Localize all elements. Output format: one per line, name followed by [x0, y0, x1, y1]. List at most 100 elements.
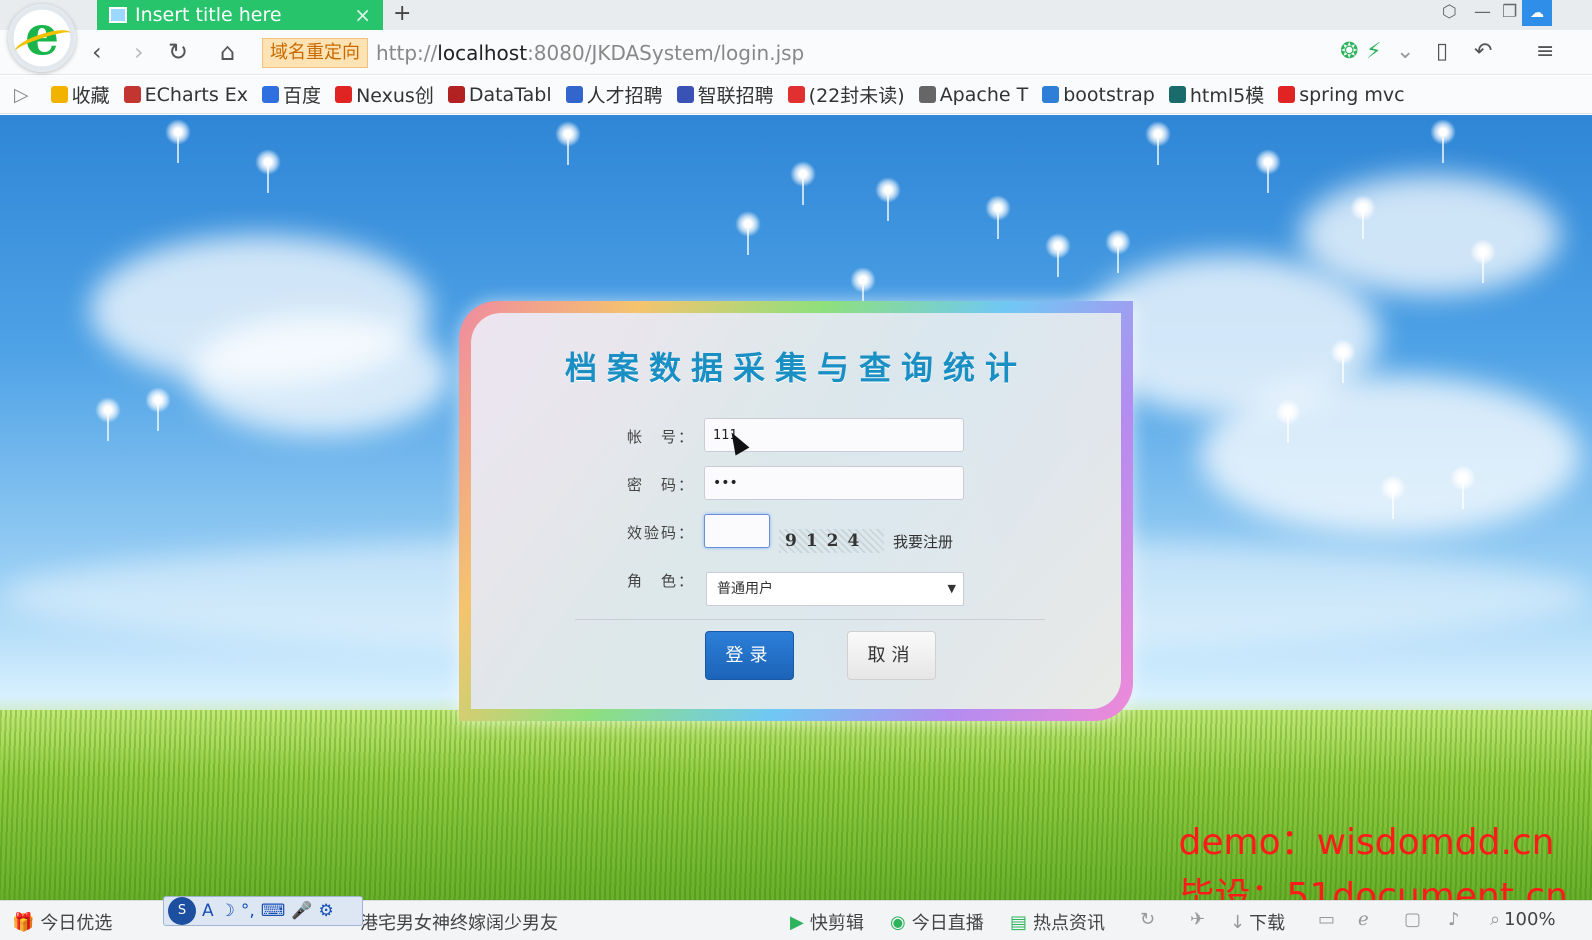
- account-label: 帐 号：: [626, 428, 695, 446]
- dandelion-seed: [1330, 339, 1356, 383]
- bookmark-label: DataTabl: [468, 83, 552, 106]
- cloud: [1200, 375, 1580, 535]
- spring-icon: [1278, 86, 1296, 103]
- html5-icon: [1168, 86, 1186, 103]
- captcha-input[interactable]: [704, 514, 770, 548]
- cloud-sync-icon[interactable]: ☁: [1522, 0, 1552, 26]
- dandelion-seed: [1430, 119, 1456, 163]
- zhilian-icon: [676, 86, 694, 103]
- pin-icon[interactable]: ✈: [1190, 909, 1205, 930]
- captcha-image[interactable]: 9124: [779, 529, 884, 553]
- password-input[interactable]: •••: [704, 466, 964, 500]
- bootstrap-icon: [1042, 86, 1060, 103]
- bookmarks-toggle-icon[interactable]: ▷: [14, 84, 29, 106]
- login-button[interactable]: 登录: [705, 631, 794, 680]
- today-pick[interactable]: 🎁 今日优选: [12, 909, 112, 935]
- ime-keyboard-icon[interactable]: ⌨: [261, 901, 286, 921]
- bookmark-item[interactable]: 智联招聘: [676, 81, 774, 108]
- bookmark-item[interactable]: spring mvc: [1278, 84, 1405, 106]
- baidu-paw-icon: [262, 86, 280, 103]
- quick-edit[interactable]: ▶ 快剪辑: [790, 909, 864, 935]
- bookmark-label: (22封未读): [808, 85, 905, 107]
- url-input[interactable]: http://localhost:8080/JKDASystem/login.j…: [376, 39, 1326, 67]
- forward-icon[interactable]: ›: [134, 38, 144, 66]
- chevron-down-icon: ▼: [947, 582, 956, 595]
- login-frame: 档案数据采集与查询统计 帐 号： 密 码： ••• 效验码： 9124 我要注册…: [459, 301, 1133, 721]
- star-icon: [50, 86, 68, 103]
- screen-icon[interactable]: ▢: [1404, 909, 1421, 930]
- sound-icon[interactable]: ♪: [1448, 909, 1460, 930]
- dandelion-seed: [165, 119, 191, 163]
- undo-icon[interactable]: ↶: [1474, 38, 1492, 66]
- bookmark-item[interactable]: html5模: [1168, 81, 1264, 108]
- bookmark-item[interactable]: DataTabl: [447, 83, 552, 106]
- ime-font-icon[interactable]: A: [202, 901, 214, 921]
- download-item[interactable]: ↓ 下载: [1230, 909, 1285, 935]
- minimize-icon[interactable]: —: [1474, 2, 1491, 22]
- bookmark-label: 智联招聘: [697, 85, 774, 107]
- bookmark-item[interactable]: bootstrap: [1042, 84, 1155, 106]
- redirect-badge[interactable]: 域名重定向: [262, 38, 368, 68]
- address-bar: ‹ › ↻ ⌂ 域名重定向 http://localhost:8080/JKDA…: [0, 30, 1592, 75]
- today-live[interactable]: ◉ 今日直播: [890, 909, 984, 935]
- bookmark-label: 收藏: [71, 85, 110, 107]
- ime-mic-icon[interactable]: 🎤: [291, 901, 312, 921]
- restore-icon[interactable]: ❐: [1502, 2, 1517, 22]
- ime-gear-icon[interactable]: ⚙: [319, 901, 334, 921]
- skin-icon[interactable]: ⬡: [1442, 2, 1457, 22]
- window-icon[interactable]: ▭: [1318, 909, 1335, 930]
- refresh-icon[interactable]: ↻: [1140, 909, 1155, 930]
- dandelion-seed: [735, 211, 761, 255]
- browser-logo[interactable]: e: [8, 4, 76, 72]
- reading-icon[interactable]: ▯: [1436, 38, 1448, 66]
- apache-icon: [918, 86, 936, 103]
- new-tab-icon[interactable]: +: [393, 0, 411, 30]
- dandelion-seed: [1275, 399, 1301, 443]
- bookmark-label: 百度: [283, 85, 322, 107]
- tab-close-icon[interactable]: ×: [354, 3, 371, 27]
- security-icon[interactable]: ❂: [1340, 38, 1358, 66]
- role-select[interactable]: 普通用户 ▼: [706, 572, 964, 606]
- browser-e-icon[interactable]: ℯ: [1358, 909, 1369, 930]
- cancel-button[interactable]: 取消: [847, 631, 936, 680]
- dandelion-seed: [95, 397, 121, 441]
- dandelion-seed: [1105, 229, 1131, 273]
- download-icon: ↓: [1230, 911, 1246, 933]
- dandelion-seed: [790, 161, 816, 205]
- cloud: [190, 315, 450, 435]
- hot-news[interactable]: ▤ 热点资讯: [1010, 909, 1105, 935]
- bookmark-label: ECharts Ex: [144, 83, 249, 106]
- bookmark-item[interactable]: 人才招聘: [565, 81, 663, 108]
- register-link[interactable]: 我要注册: [893, 531, 953, 552]
- ime-logo-icon[interactable]: S: [168, 897, 196, 925]
- ime-punct-icon[interactable]: °,: [241, 901, 255, 921]
- back-icon[interactable]: ‹: [92, 38, 102, 66]
- reload-icon[interactable]: ↻: [168, 38, 188, 66]
- dandelion-seed: [875, 177, 901, 221]
- bookmark-item[interactable]: 收藏: [50, 81, 110, 108]
- ime-moon-icon[interactable]: ☽: [220, 901, 235, 921]
- dandelion-seed: [1470, 239, 1496, 283]
- dropdown-icon[interactable]: ⌄: [1396, 38, 1414, 66]
- dandelion-seed: [1450, 465, 1476, 509]
- page-favicon-icon: [109, 7, 127, 23]
- dandelion-seed: [555, 121, 581, 165]
- bookmark-item[interactable]: Nexus创: [335, 81, 434, 108]
- bookmark-item[interactable]: 百度: [262, 81, 321, 108]
- role-selected-value: 普通用户: [717, 581, 773, 597]
- bookmarks-bar: ▷ 收藏 ECharts Ex 百度 Nexus创 DataTabl 人才招聘 智联招聘 (2…: [0, 76, 1592, 114]
- bookmark-item[interactable]: ECharts Ex: [123, 83, 249, 106]
- title-bar: Insert title here × + ⬡ — ❐ ☁: [0, 0, 1592, 30]
- speed-mode-icon[interactable]: ⚡: [1366, 38, 1381, 66]
- gift-icon: 🎁: [12, 911, 35, 933]
- zoom-level[interactable]: ⌕ 100%: [1490, 909, 1556, 930]
- home-icon[interactable]: ⌂: [220, 38, 235, 66]
- news-headline[interactable]: 港宅男女神终嫁阔少男友: [360, 909, 558, 935]
- tab-login[interactable]: Insert title here ×: [97, 0, 383, 30]
- bookmark-item[interactable]: (22封未读): [787, 81, 905, 108]
- bookmark-label: 人才招聘: [586, 85, 663, 107]
- dandelion-seed: [1255, 149, 1281, 193]
- bookmark-item[interactable]: Apache T: [918, 84, 1028, 106]
- login-panel: 档案数据采集与查询统计 帐 号： 密 码： ••• 效验码： 9124 我要注册…: [471, 313, 1121, 709]
- menu-icon[interactable]: ≡: [1536, 38, 1554, 66]
